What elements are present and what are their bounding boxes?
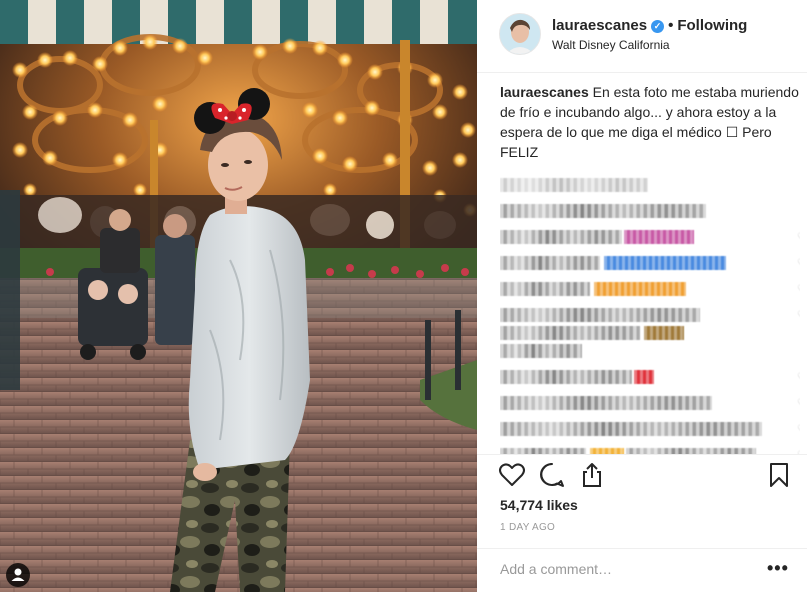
more-options-icon[interactable]: •••	[767, 559, 789, 577]
obscured-comment-line: ♡	[500, 370, 800, 384]
comment-like-icon[interactable]: ♡	[797, 284, 800, 295]
obscured-comment-line: ♡	[500, 396, 800, 410]
comment-like-icon[interactable]: ♡	[797, 398, 800, 409]
obscured-comment-line: ♡	[500, 230, 800, 244]
location-link[interactable]: Walt Disney California	[552, 38, 670, 52]
post-caption: lauraescanes En esta foto me estaba muri…	[500, 82, 800, 162]
obscured-comment-line: ♡	[500, 282, 800, 296]
person-tag-icon[interactable]	[6, 563, 30, 587]
comment-like-icon[interactable]: ♡	[797, 372, 800, 383]
comment-like-icon[interactable]: ♡	[797, 424, 800, 435]
comment-like-icon[interactable]: ♡	[797, 310, 800, 321]
comment-like-icon[interactable]: ♡	[797, 232, 800, 243]
following-button[interactable]: Following	[677, 17, 747, 34]
comments-section[interactable]: lauraescanes En esta foto me estaba muri…	[500, 82, 800, 454]
post-photo[interactable]	[0, 0, 477, 592]
obscured-comment-line: ♡	[500, 256, 800, 270]
caption-username[interactable]: lauraescanes	[500, 84, 589, 100]
obscured-comment-line	[500, 344, 800, 358]
bookmark-icon[interactable]	[764, 460, 794, 490]
share-icon[interactable]	[577, 460, 607, 490]
obscured-comment-line	[500, 178, 800, 192]
comment-like-icon[interactable]: ♡	[797, 258, 800, 269]
avatar[interactable]	[499, 13, 541, 55]
verified-badge-icon: ✓	[651, 20, 665, 33]
obscured-comment-line	[500, 204, 800, 218]
obscured-comment-line: ♡	[500, 308, 800, 322]
comment-divider	[477, 548, 807, 549]
post-timestamp[interactable]: 1 DAY AGO	[500, 522, 555, 533]
header-user-line: lauraescanes ✓ • Following	[552, 17, 747, 34]
comment-bubble-icon[interactable]	[537, 460, 567, 490]
likes-count[interactable]: 54,774 likes	[500, 497, 578, 513]
post-header: lauraescanes ✓ • Following Walt Disney Cali…	[477, 0, 807, 72]
obscured-comment-line	[500, 326, 800, 340]
carousel-photo-image	[0, 0, 477, 592]
obscured-comment-line: ♡	[500, 422, 800, 436]
action-bar	[477, 460, 807, 494]
post-details-panel: lauraescanes ✓ • Following Walt Disney Cali…	[477, 0, 807, 592]
comments-divider	[477, 454, 807, 455]
add-comment-input[interactable]	[500, 556, 740, 582]
header-divider	[477, 72, 807, 73]
username-link[interactable]: lauraescanes	[552, 17, 647, 34]
separator-dot: •	[668, 17, 674, 34]
heart-outline-icon[interactable]	[497, 460, 527, 490]
